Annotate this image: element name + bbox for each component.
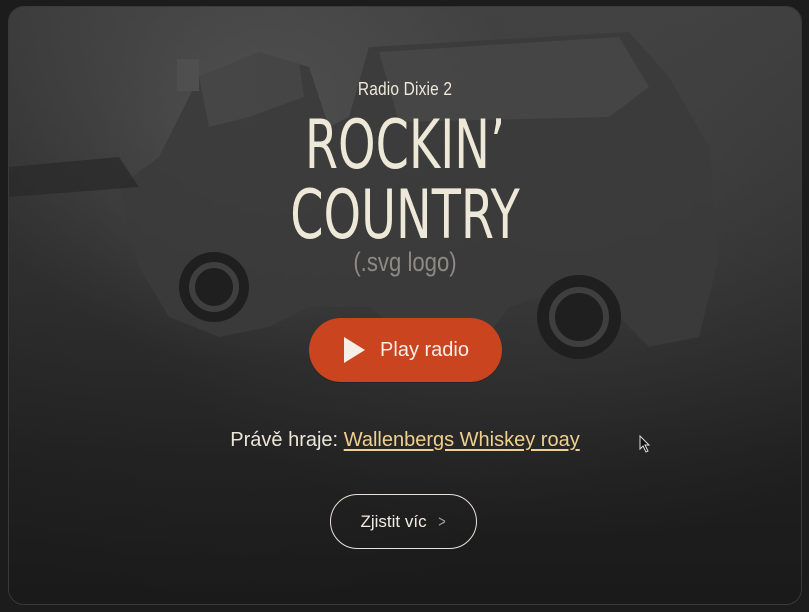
station-name: Radio Dixie 2 [357,79,453,99]
radio-card: Radio Dixie 2 ROCKIN’ COUNTRY (.svg logo… [8,6,802,605]
chevron-right-icon: > [437,511,446,531]
now-playing-track-link[interactable]: Wallenbergs Whiskey roay [344,429,580,451]
now-playing: Právě hraje: Wallenbergs Whiskey roay [9,429,801,452]
learn-more-label: Zjistit víc [360,511,427,531]
mouse-cursor-icon [639,434,651,453]
play-icon [342,336,366,364]
station-logo: ROCKIN’ COUNTRY [96,111,714,251]
play-radio-label: Play radio [380,338,469,361]
logo-placeholder-note: (.svg logo) [353,247,457,277]
learn-more-button[interactable]: Zjistit víc > [330,494,477,549]
logo-line-1: ROCKIN’ [304,106,506,185]
logo-line-2: COUNTRY [290,176,520,255]
play-radio-button[interactable]: Play radio [309,318,502,382]
now-playing-prefix: Právě hraje: [230,429,339,451]
